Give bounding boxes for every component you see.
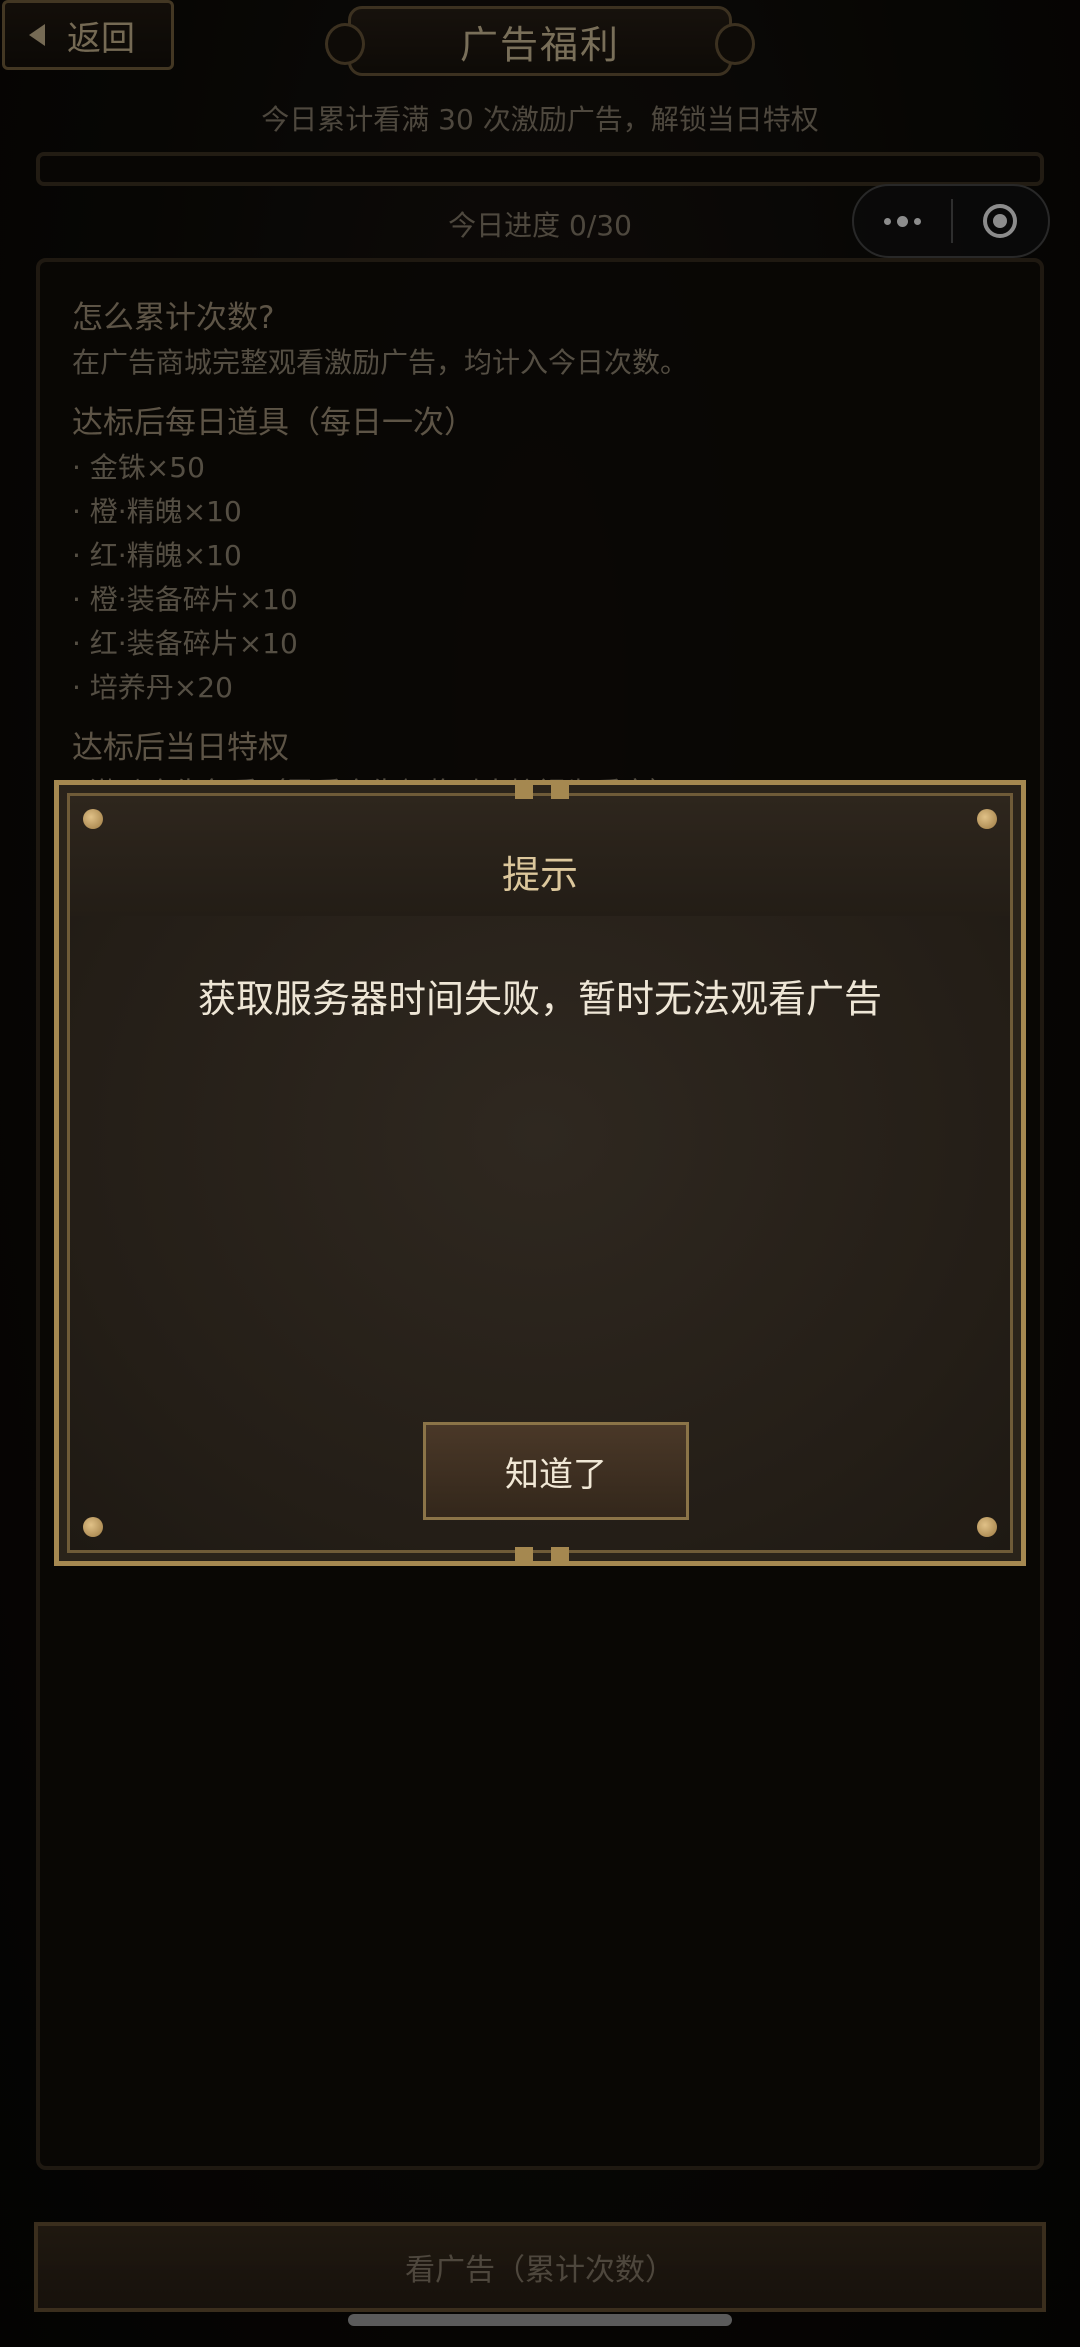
dialog-title: 提示 [501,853,578,897]
rivet-icon [83,1517,103,1537]
dialog-body: 提示 获取服务器时间失败，暂时无法观看广告 知道了 [67,793,1013,1553]
acknowledge-label: 知道了 [505,1454,607,1495]
dialog-message: 获取服务器时间失败，暂时无法观看广告 [197,977,882,1021]
rivet-icon [83,809,103,829]
rivet-icon [977,1517,997,1537]
ad-welfare-page: 返回 广告福利 今日累计看满 30 次激励广告，解锁当日特权 今日进度 0/30… [0,0,1080,2347]
alert-dialog: 提示 获取服务器时间失败，暂时无法观看广告 知道了 [54,780,1026,1566]
home-indicator[interactable] [348,2314,732,2326]
frame-tab [515,1547,533,1561]
frame-tab [551,785,569,799]
rivet-icon [977,809,997,829]
frame-tab [551,1547,569,1561]
frame-tab [515,785,533,799]
acknowledge-button[interactable]: 知道了 [423,1422,689,1520]
